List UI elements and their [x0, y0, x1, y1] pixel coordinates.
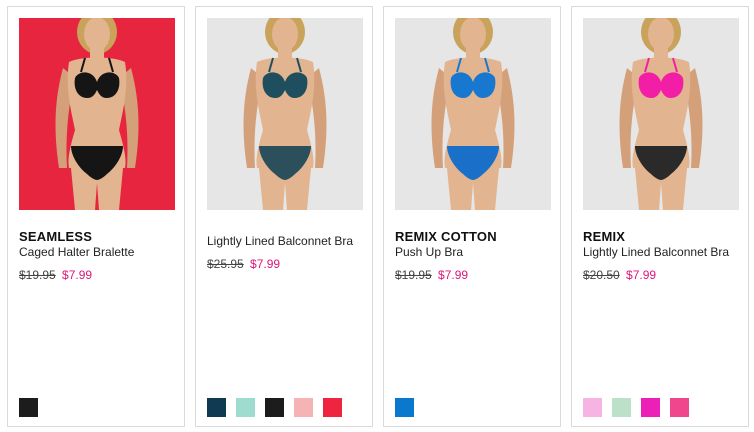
product-image[interactable]	[19, 18, 175, 210]
sale-price: $7.99	[626, 268, 657, 282]
original-price: $25.95	[207, 257, 244, 271]
product-grid: SEAMLESS Caged Halter Bralette $19.95 $7…	[7, 6, 749, 427]
color-swatch[interactable]	[207, 398, 226, 417]
product-image[interactable]	[395, 18, 551, 210]
original-price: $20.50	[583, 268, 620, 282]
product-prices: $19.95 $7.99	[19, 268, 179, 283]
sale-price: $7.99	[438, 268, 469, 282]
color-swatches	[207, 398, 352, 417]
product-image[interactable]	[207, 18, 363, 210]
color-swatch[interactable]	[323, 398, 342, 417]
product-name[interactable]: Push Up Bra	[395, 245, 555, 260]
color-swatch[interactable]	[583, 398, 602, 417]
product-info: REMIX Lightly Lined Balconnet Bra $20.50…	[583, 229, 743, 283]
product-brand[interactable]: SEAMLESS	[19, 229, 179, 244]
product-info: REMIX COTTON Push Up Bra $19.95 $7.99	[395, 229, 555, 283]
product-card[interactable]: REMIX Lightly Lined Balconnet Bra $20.50…	[571, 6, 749, 427]
product-prices: $25.95 $7.99	[207, 257, 367, 272]
color-swatch[interactable]	[294, 398, 313, 417]
product-prices: $20.50 $7.99	[583, 268, 743, 283]
product-info: Lightly Lined Balconnet Bra $25.95 $7.99	[207, 233, 367, 272]
color-swatches	[19, 398, 48, 417]
product-card[interactable]: Lightly Lined Balconnet Bra $25.95 $7.99	[195, 6, 373, 427]
product-brand[interactable]: REMIX COTTON	[395, 229, 555, 244]
color-swatch[interactable]	[670, 398, 689, 417]
original-price: $19.95	[395, 268, 432, 282]
model-photo	[583, 18, 739, 210]
sale-price: $7.99	[62, 268, 93, 282]
color-swatch[interactable]	[265, 398, 284, 417]
color-swatches	[395, 398, 424, 417]
color-swatch[interactable]	[395, 398, 414, 417]
model-photo	[395, 18, 551, 210]
color-swatches	[583, 398, 699, 417]
color-swatch[interactable]	[19, 398, 38, 417]
model-photo	[19, 18, 175, 210]
product-info: SEAMLESS Caged Halter Bralette $19.95 $7…	[19, 229, 179, 283]
sale-price: $7.99	[250, 257, 281, 271]
product-name[interactable]: Lightly Lined Balconnet Bra	[583, 245, 743, 260]
product-image[interactable]	[583, 18, 739, 210]
original-price: $19.95	[19, 268, 56, 282]
color-swatch[interactable]	[236, 398, 255, 417]
product-name[interactable]: Caged Halter Bralette	[19, 245, 179, 260]
color-swatch[interactable]	[612, 398, 631, 417]
model-photo	[207, 18, 363, 210]
product-name[interactable]: Lightly Lined Balconnet Bra	[207, 234, 367, 249]
product-card[interactable]: REMIX COTTON Push Up Bra $19.95 $7.99	[383, 6, 561, 427]
product-brand[interactable]: REMIX	[583, 229, 743, 244]
color-swatch[interactable]	[641, 398, 660, 417]
product-prices: $19.95 $7.99	[395, 268, 555, 283]
product-card[interactable]: SEAMLESS Caged Halter Bralette $19.95 $7…	[7, 6, 185, 427]
